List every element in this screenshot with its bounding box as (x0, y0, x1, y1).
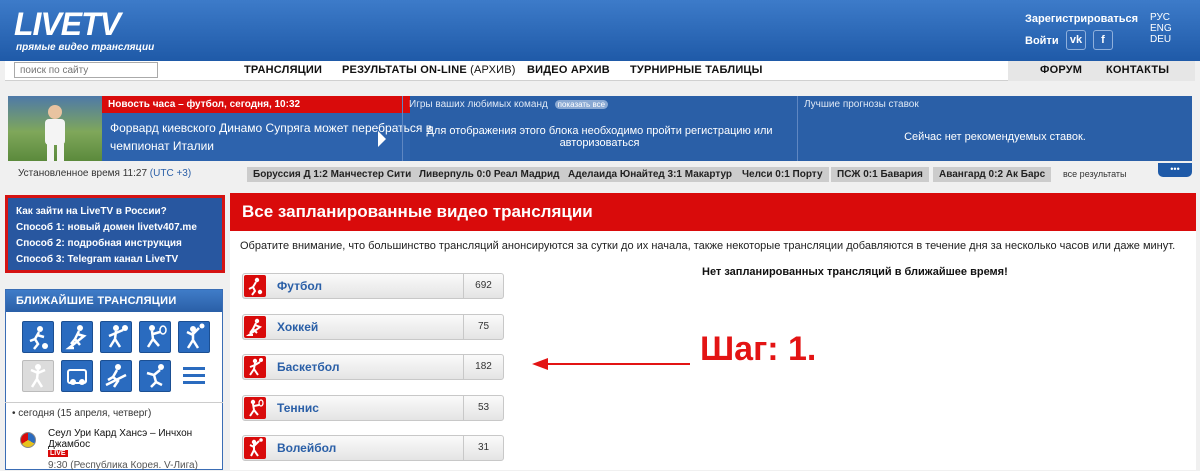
result-item[interactable]: Аделаида Юнайтед 3:1 Макартур (562, 167, 738, 182)
nav-forum[interactable]: ФОРУМ (1040, 64, 1082, 76)
hockey-icon (244, 316, 266, 338)
sport-item-hockey[interactable]: Хоккей 75 (242, 314, 504, 340)
logo-tagline: прямые видео трансляции (16, 42, 155, 53)
athletics-icon[interactable] (22, 360, 54, 392)
timezone-link[interactable]: (UTC +3) (150, 168, 191, 179)
volleyball-icon (244, 437, 266, 459)
volleyball-icon[interactable] (178, 321, 210, 353)
sport-count: 182 (463, 355, 503, 379)
news-photo[interactable] (8, 96, 102, 161)
nav-contacts[interactable]: КОНТАКТЫ (1106, 64, 1169, 76)
favorite-games-panel: Игры ваших любимых команд показать все Д… (402, 96, 796, 161)
nearest-broadcasts-title: БЛИЖАЙШИЕ ТРАНСЛЯЦИИ (6, 290, 222, 312)
vk-icon[interactable]: vk (1066, 30, 1086, 50)
favorite-games-heading: Игры ваших любимых команд показать все (403, 96, 796, 113)
nav-broadcasts[interactable]: ТРАНСЛЯЦИИ (244, 64, 322, 76)
volleyball-ball-icon (20, 432, 36, 448)
motorsport-icon[interactable] (61, 360, 93, 392)
result-item[interactable]: Боруссия Д 1:2 Манчестер Сити (247, 167, 418, 182)
tennis-icon (244, 397, 266, 419)
register-link[interactable]: Зарегистрироваться (1025, 13, 1138, 25)
favorite-games-text: Для отображения этого блока необходимо п… (426, 125, 773, 149)
lang-ru[interactable]: РУС (1150, 12, 1172, 23)
nav-results-label: РЕЗУЛЬТАТЫ ON-LINE (342, 64, 467, 76)
match-title[interactable]: Сеул Ури Кард Хансэ – Инчхон Джамбос (48, 428, 218, 450)
main-nav: ТРАНСЛЯЦИИ РЕЗУЛЬТАТЫ ON-LINE (АРХИВ) ВИ… (5, 61, 1195, 81)
live-badge: LIVE (48, 450, 68, 457)
access-way-1[interactable]: Способ 1: новый домен livetv407.me (16, 220, 214, 236)
favorite-games-title: Игры ваших любимых команд (409, 99, 548, 110)
basketball-icon[interactable] (100, 321, 132, 353)
sport-count: 692 (463, 274, 503, 298)
combat-sport-icon[interactable] (139, 360, 171, 392)
sport-item-football[interactable]: Футбол 692 (242, 273, 504, 299)
access-info-title[interactable]: Как зайти на LiveTV в России? (16, 204, 214, 220)
language-switcher: РУС ENG DEU (1150, 12, 1172, 45)
sport-item-tennis[interactable]: Теннис 53 (242, 395, 504, 421)
nav-archive-label: (АРХИВ) (470, 64, 516, 76)
show-all-badge[interactable]: показать все (554, 100, 609, 109)
tennis-icon[interactable] (139, 321, 171, 353)
facebook-icon[interactable]: f (1093, 30, 1113, 50)
news-headline[interactable]: Форвард киевского Динамо Супряга может п… (102, 113, 432, 161)
hockey-icon[interactable] (61, 321, 93, 353)
sport-item-volleyball[interactable]: Волейбол 31 (242, 435, 504, 461)
today-text: сегодня (15 апреля, четверг) (18, 408, 152, 419)
nav-results[interactable]: РЕЗУЛЬТАТЫ ON-LINE (АРХИВ) (342, 64, 516, 76)
sport-name: Баскетбол (277, 360, 340, 374)
annotation-arrow (532, 358, 690, 370)
nav-tables[interactable]: ТУРНИРНЫЕ ТАБЛИЦЫ (630, 64, 763, 76)
schedule-notice: Обратите внимание, что большинство транс… (240, 240, 1176, 252)
step-annotation: Шаг: 1. (700, 330, 817, 368)
football-icon (244, 275, 266, 297)
lang-de[interactable]: DEU (1150, 34, 1172, 45)
time-label: Установленное время 11:27 (18, 168, 148, 179)
result-item[interactable]: Челси 0:1 Порту (736, 167, 829, 182)
today-label: • сегодня (15 апреля, четверг) (12, 408, 152, 419)
sport-item-basketball[interactable]: Баскетбол 182 (242, 354, 504, 380)
all-results-link[interactable]: все результаты (1063, 169, 1126, 179)
sport-count: 31 (463, 436, 503, 460)
no-schedule-message: Нет запланированных трансляций в ближайш… (702, 266, 1008, 278)
sport-count: 75 (463, 315, 503, 339)
winter-sport-icon[interactable] (100, 360, 132, 392)
access-way-3[interactable]: Способ 3: Telegram канал LiveTV (16, 252, 214, 268)
sport-name: Хоккей (277, 320, 319, 334)
expand-strip-button[interactable]: ••• (1158, 163, 1192, 177)
top-banner: Новость часа – футбол, сегодня, 10:32 Фо… (8, 96, 1192, 161)
result-item[interactable]: Авангард 0:2 Ак Барс (933, 167, 1052, 182)
result-item[interactable]: ПСЖ 0:1 Бавария (831, 167, 929, 182)
football-icon[interactable] (22, 321, 54, 353)
site-header: LIVETV прямые видео трансляции Зарегистр… (0, 0, 1200, 61)
news-heading: Новость часа – футбол, сегодня, 10:32 (102, 96, 410, 113)
results-strip: Установленное время 11:27 (UTC +3) Борус… (8, 165, 1192, 183)
menu-icon[interactable] (178, 360, 210, 392)
sport-name: Футбол (277, 279, 323, 293)
basketball-icon (244, 356, 266, 378)
lang-en[interactable]: ENG (1150, 23, 1172, 34)
result-item[interactable]: Ливерпуль 0:0 Реал Мадрид (413, 167, 566, 182)
site-logo[interactable]: LIVETV (14, 6, 121, 43)
local-time: Установленное время 11:27 (UTC +3) (18, 168, 191, 179)
next-news-arrow[interactable] (378, 131, 386, 147)
bets-heading: Лучшие прогнозы ставок (804, 99, 919, 110)
access-info-box: Как зайти на LiveTV в России? Способ 1: … (5, 195, 225, 273)
nav-right-group: ФОРУМ КОНТАКТЫ (1008, 61, 1195, 81)
login-link[interactable]: Войти (1025, 35, 1059, 47)
day-divider (5, 402, 223, 403)
news-text: Форвард киевского Динамо Супряга может п… (110, 121, 433, 153)
nav-video-archive[interactable]: ВИДЕО АРХИВ (527, 64, 610, 76)
page-title: Все запланированные видео трансляции (230, 193, 1196, 231)
access-way-2[interactable]: Способ 2: подробная инструкция (16, 236, 214, 252)
search-input[interactable] (14, 62, 158, 78)
sport-count: 53 (463, 396, 503, 420)
bets-panel: Лучшие прогнозы ставок Сейчас нет рекоме… (797, 96, 1192, 161)
sport-name: Теннис (277, 401, 319, 415)
bets-text: Сейчас нет рекомендуемых ставок. (904, 131, 1086, 143)
sport-name: Волейбол (277, 441, 337, 455)
match-info: 9:30 (Республика Корея. V-Лига) (48, 460, 198, 471)
